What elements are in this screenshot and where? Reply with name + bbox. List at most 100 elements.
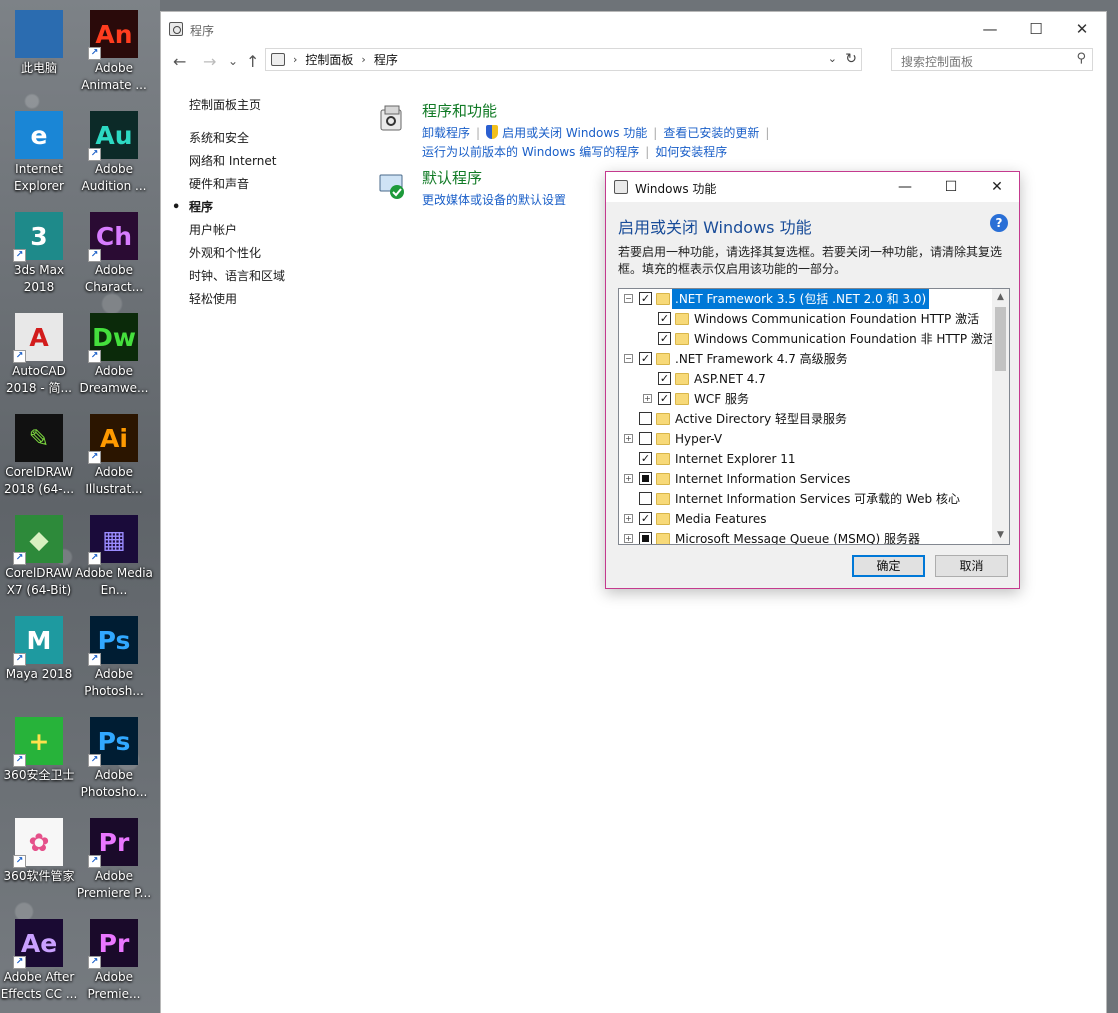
back-button[interactable]: ←	[173, 52, 186, 71]
recent-locations-button[interactable]: ⌄	[228, 54, 238, 68]
scrollbar-thumb[interactable]	[995, 307, 1006, 371]
feature-label[interactable]: .NET Framework 4.7 高级服务	[675, 349, 848, 369]
left-nav-item[interactable]: 用户帐户	[189, 219, 349, 242]
feature-row[interactable]: + Hyper-V	[619, 429, 991, 449]
dialog-close-button[interactable]: ✕	[974, 172, 1020, 202]
desktop-icon[interactable]: 此电脑	[0, 4, 78, 104]
breadcrumb-control-panel[interactable]: 控制面板	[305, 51, 353, 68]
desktop-icon[interactable]: Ae ↗ Adobe After Effects CC ...	[0, 913, 78, 1013]
feature-label[interactable]: Internet Explorer 11	[675, 449, 796, 469]
expand-icon[interactable]: +	[643, 394, 652, 403]
desktop-icon[interactable]: ▦ ↗ Adobe Media En...	[75, 509, 153, 609]
left-nav-item[interactable]: 轻松使用	[189, 288, 349, 311]
scroll-up-icon[interactable]: ▲	[992, 289, 1009, 306]
maximize-button[interactable]: ☐	[1013, 12, 1059, 46]
feature-row[interactable]: ✓ Internet Explorer 11	[619, 449, 991, 469]
feature-checkbox[interactable]	[639, 532, 652, 544]
left-nav-item[interactable]: 时钟、语言和区域	[189, 265, 349, 288]
desktop-icon[interactable]: A ↗ AutoCAD 2018 - 简...	[0, 307, 78, 407]
change-media-defaults-link[interactable]: 更改媒体或设备的默认设置	[422, 193, 566, 207]
breadcrumb-programs[interactable]: 程序	[374, 51, 398, 68]
turn-windows-features-link[interactable]: 启用或关闭 Windows 功能	[502, 126, 647, 140]
left-nav-item[interactable]: 系统和安全	[189, 127, 349, 150]
feature-label[interactable]: Active Directory 轻型目录服务	[675, 409, 847, 429]
feature-checkbox[interactable]: ✓	[658, 392, 671, 405]
feature-row[interactable]: − ✓ .NET Framework 3.5 (包括 .NET 2.0 和 3.0)	[619, 289, 991, 309]
feature-checkbox[interactable]: ✓	[639, 512, 652, 525]
uninstall-program-link[interactable]: 卸载程序	[422, 126, 470, 140]
desktop-icon[interactable]: Pr ↗ Adobe Premiere P...	[75, 812, 153, 912]
feature-row[interactable]: Active Directory 轻型目录服务	[619, 409, 991, 429]
feature-checkbox[interactable]: ✓	[639, 352, 652, 365]
feature-row[interactable]: Internet Information Services 可承载的 Web 核…	[619, 489, 991, 509]
feature-label[interactable]: Hyper-V	[675, 429, 722, 449]
desktop-icon[interactable]: Ps ↗ Adobe Photosh...	[75, 610, 153, 710]
feature-checkbox[interactable]	[639, 412, 652, 425]
dialog-title-bar[interactable]: Windows 功能 — ☐ ✕	[606, 172, 1019, 202]
feature-checkbox[interactable]	[639, 472, 652, 485]
expand-icon[interactable]: +	[624, 474, 633, 483]
desktop-icon[interactable]: Ai ↗ Adobe Illustrat...	[75, 408, 153, 508]
feature-row[interactable]: + Microsoft Message Queue (MSMQ) 服务器	[619, 529, 991, 544]
feature-checkbox[interactable]: ✓	[639, 452, 652, 465]
dialog-minimize-button[interactable]: —	[882, 172, 928, 202]
feature-checkbox[interactable]: ✓	[658, 332, 671, 345]
feature-row[interactable]: + ✓ Media Features	[619, 509, 991, 529]
feature-label[interactable]: .NET Framework 3.5 (包括 .NET 2.0 和 3.0)	[672, 289, 930, 309]
expand-icon[interactable]: +	[624, 534, 633, 543]
desktop-icon[interactable]: Au ↗ Adobe Audition ...	[75, 105, 153, 205]
feature-label[interactable]: WCF 服务	[694, 389, 749, 409]
address-bar[interactable]: › 控制面板 › 程序 ⌄ ↻	[265, 48, 862, 71]
search-icon[interactable]: ⚲	[1076, 51, 1086, 66]
desktop-icon[interactable]: Pr ↗ Adobe Premie...	[75, 913, 153, 1013]
desktop-icon[interactable]: + ↗ 360安全卫士	[0, 711, 78, 811]
left-nav-item[interactable]: 外观和个性化	[189, 242, 349, 265]
feature-row[interactable]: ✓ Windows Communication Foundation HTTP 激…	[619, 309, 991, 329]
ok-button[interactable]: 确定	[852, 555, 925, 577]
expand-icon[interactable]: +	[624, 434, 633, 443]
feature-row[interactable]: + ✓ WCF 服务	[619, 389, 991, 409]
title-bar[interactable]: 程序 — ☐ ✕	[161, 12, 1106, 46]
desktop-icon[interactable]: Dw ↗ Adobe Dreamwe...	[75, 307, 153, 407]
feature-row[interactable]: ✓ Windows Communication Foundation 非 HTTP…	[619, 329, 995, 349]
default-programs-heading[interactable]: 默认程序	[422, 167, 482, 188]
how-to-install-link[interactable]: 如何安装程序	[655, 145, 727, 159]
desktop-icon[interactable]: e Internet Explorer	[0, 105, 78, 205]
view-installed-updates-link[interactable]: 查看已安装的更新	[663, 126, 759, 140]
run-older-programs-link[interactable]: 运行为以前版本的 Windows 编写的程序	[422, 145, 639, 159]
chevron-down-icon[interactable]: ⌄	[828, 52, 837, 65]
left-nav-item[interactable]: 网络和 Internet	[189, 150, 349, 173]
feature-label[interactable]: Windows Communication Foundation HTTP 激活	[694, 309, 979, 329]
features-tree[interactable]: + Microsoft Message Queue (MSMQ) 服务器 + ✓ Med…	[618, 288, 1010, 545]
feature-row[interactable]: ✓ ASP.NET 4.7	[619, 369, 991, 389]
cancel-button[interactable]: 取消	[935, 555, 1008, 577]
programs-and-features-heading[interactable]: 程序和功能	[422, 100, 497, 121]
minimize-button[interactable]: —	[967, 12, 1013, 46]
desktop-icon[interactable]: M ↗ Maya 2018	[0, 610, 78, 710]
up-button[interactable]: ↑	[246, 52, 259, 71]
dialog-maximize-button[interactable]: ☐	[928, 172, 974, 202]
desktop-icon[interactable]: An ↗ Adobe Animate ...	[75, 4, 153, 104]
feature-label[interactable]: Media Features	[675, 509, 766, 529]
desktop-icon[interactable]: ✿ ↗ 360软件管家	[0, 812, 78, 912]
vertical-scrollbar[interactable]: ▲ ▼	[992, 289, 1009, 544]
desktop-icon[interactable]: ◆ ↗ CorelDRAW X7 (64-Bit)	[0, 509, 78, 609]
desktop-icon[interactable]: Ch ↗ Adobe Charact...	[75, 206, 153, 306]
expand-icon[interactable]: +	[624, 514, 633, 523]
help-icon[interactable]: ?	[990, 214, 1008, 232]
left-nav-item[interactable]: 程序	[172, 196, 349, 219]
collapse-icon[interactable]: −	[624, 294, 633, 303]
feature-label[interactable]: Internet Information Services 可承载的 Web 核…	[675, 489, 960, 509]
feature-row[interactable]: − ✓ .NET Framework 4.7 高级服务	[619, 349, 991, 369]
forward-button[interactable]: →	[203, 52, 216, 71]
feature-checkbox[interactable]: ✓	[639, 292, 652, 305]
left-nav-item[interactable]: 硬件和声音	[189, 173, 349, 196]
feature-label[interactable]: Windows Communication Foundation 非 HTTP …	[694, 329, 995, 349]
desktop-icon[interactable]: Ps ↗ Adobe Photosho...	[75, 711, 153, 811]
feature-label[interactable]: Microsoft Message Queue (MSMQ) 服务器	[675, 529, 920, 544]
desktop-icon[interactable]: ✎ CorelDRAW 2018 (64-...	[0, 408, 78, 508]
scroll-down-icon[interactable]: ▼	[992, 527, 1009, 544]
collapse-icon[interactable]: −	[624, 354, 633, 363]
feature-checkbox[interactable]	[639, 432, 652, 445]
feature-checkbox[interactable]: ✓	[658, 372, 671, 385]
